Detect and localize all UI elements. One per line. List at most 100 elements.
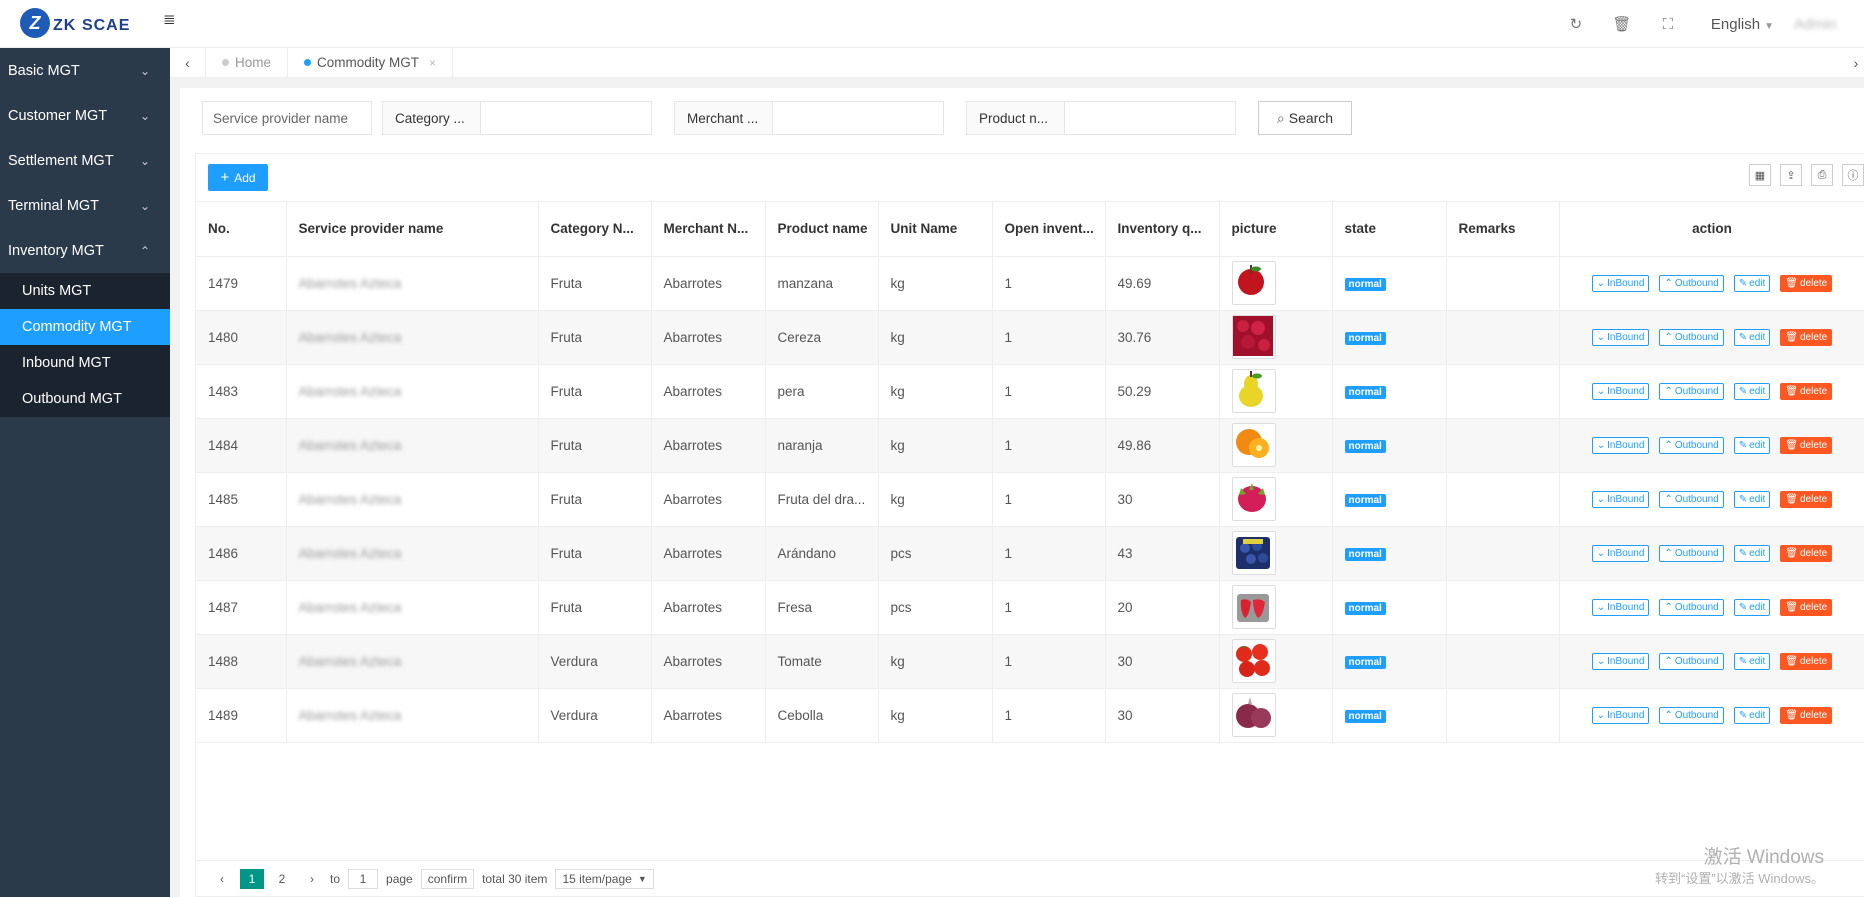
sidebar-item-inventory[interactable]: Inventory MGT ⌃: [0, 228, 170, 273]
export-icon[interactable]: ⇪: [1780, 164, 1802, 186]
inbound-button[interactable]: ⌄ InBound: [1591, 545, 1650, 562]
close-icon[interactable]: ×: [429, 56, 436, 70]
edit-button[interactable]: ✎ edit: [1733, 653, 1771, 670]
delete-button[interactable]: 🗑 delete: [1780, 491, 1833, 508]
edit-button[interactable]: ✎ edit: [1733, 599, 1771, 616]
delete-button[interactable]: 🗑 delete: [1780, 545, 1833, 562]
status-badge: normal: [1344, 602, 1386, 615]
inbound-button[interactable]: ⌄ InBound: [1591, 383, 1650, 400]
delete-button[interactable]: 🗑 delete: [1780, 437, 1833, 454]
sidebar-subitem-units[interactable]: Units MGT: [0, 273, 170, 309]
edit-button[interactable]: ✎ edit: [1733, 545, 1771, 562]
delete-button[interactable]: 🗑 delete: [1780, 329, 1833, 346]
chevron-up-icon: ⌃: [1664, 494, 1673, 505]
chevron-left-icon[interactable]: ‹: [170, 47, 206, 78]
cell-remarks: [1446, 688, 1560, 743]
print-icon[interactable]: ⎙: [1811, 164, 1833, 186]
product-thumbnail[interactable]: [1231, 315, 1276, 359]
product-thumbnail[interactable]: [1231, 639, 1276, 683]
outbound-button[interactable]: ⌃ Outbound: [1659, 653, 1724, 670]
outbound-button[interactable]: ⌃ Outbound: [1659, 545, 1724, 562]
info-icon[interactable]: ⓘ: [1842, 164, 1864, 186]
search-button[interactable]: ⌕ Search: [1258, 101, 1352, 135]
product-thumbnail[interactable]: [1231, 369, 1276, 413]
edit-button[interactable]: ✎ edit: [1733, 383, 1771, 400]
col-header-provider[interactable]: Service provider name: [286, 202, 539, 257]
col-header-unit[interactable]: Unit Name: [878, 202, 993, 257]
delete-button[interactable]: 🗑 delete: [1780, 383, 1833, 400]
col-header-product[interactable]: Product name: [765, 202, 879, 257]
inbound-button[interactable]: ⌄ InBound: [1591, 599, 1650, 616]
chevron-right-icon[interactable]: ›: [1848, 48, 1864, 78]
page-button-current[interactable]: 1: [240, 868, 264, 889]
columns-icon[interactable]: ▦: [1749, 164, 1771, 186]
sidebar-item-label: Inventory MGT: [8, 242, 104, 259]
col-header-state[interactable]: state: [1332, 202, 1447, 257]
sidebar-item-settlement[interactable]: Settlement MGT ⌄: [0, 138, 170, 183]
edit-button[interactable]: ✎ edit: [1733, 329, 1771, 346]
col-header-action[interactable]: action: [1559, 202, 1864, 257]
tab-commodity[interactable]: Commodity MGT ×: [288, 47, 454, 78]
sidebar-subitem-outbound[interactable]: Outbound MGT: [0, 381, 170, 417]
confirm-button[interactable]: confirm: [420, 868, 475, 889]
prev-page-icon[interactable]: ‹: [210, 869, 234, 889]
col-header-open[interactable]: Open invent...: [992, 202, 1106, 257]
add-button[interactable]: + Add: [208, 164, 268, 191]
product-thumbnail[interactable]: [1231, 423, 1276, 467]
sidebar-item-basic[interactable]: Basic MGT ⌄: [0, 48, 170, 93]
delete-button[interactable]: 🗑 delete: [1780, 599, 1833, 616]
language-select[interactable]: English ▼: [1711, 16, 1774, 33]
page-number-input[interactable]: 1: [348, 868, 379, 889]
outbound-button[interactable]: ⌃ Outbound: [1659, 383, 1724, 400]
inbound-button[interactable]: ⌄ InBound: [1591, 707, 1650, 724]
logo-text-sub: SCAE: [81, 17, 131, 34]
cell-remarks: [1446, 472, 1560, 527]
delete-button[interactable]: 🗑 delete: [1780, 707, 1833, 724]
sidebar-subitem-inbound[interactable]: Inbound MGT: [0, 345, 170, 381]
delete-button[interactable]: 🗑 delete: [1780, 275, 1833, 292]
edit-button[interactable]: ✎ edit: [1733, 437, 1771, 454]
product-thumbnail[interactable]: [1231, 585, 1276, 629]
inbound-button[interactable]: ⌄ InBound: [1591, 329, 1650, 346]
tab-home[interactable]: Home: [206, 47, 289, 78]
cell-actions: ⌄ InBound ⌃ Outbound ✎ edit 🗑 delete: [1559, 526, 1864, 581]
product-thumbnail[interactable]: [1231, 261, 1276, 305]
col-header-picture[interactable]: picture: [1219, 202, 1333, 257]
next-page-icon[interactable]: ›: [300, 869, 324, 889]
sidebar-item-customer[interactable]: Customer MGT ⌄: [0, 93, 170, 138]
product-thumbnail[interactable]: [1231, 693, 1276, 737]
col-header-remarks[interactable]: Remarks: [1446, 202, 1560, 257]
trash-icon[interactable]: 🗑: [1599, 15, 1645, 33]
edit-button[interactable]: ✎ edit: [1733, 707, 1771, 724]
sidebar-subitem-commodity[interactable]: Commodity MGT: [0, 309, 170, 345]
outbound-button[interactable]: ⌃ Outbound: [1659, 707, 1724, 724]
fullscreen-icon[interactable]: ⛶: [1645, 16, 1691, 33]
outbound-button[interactable]: ⌃ Outbound: [1659, 491, 1724, 508]
sidebar-item-terminal[interactable]: Terminal MGT ⌄: [0, 183, 170, 228]
inbound-button[interactable]: ⌄ InBound: [1591, 653, 1650, 670]
menu-toggle-icon[interactable]: ≣: [163, 10, 176, 28]
outbound-button[interactable]: ⌃ Outbound: [1659, 599, 1724, 616]
product-thumbnail[interactable]: [1231, 477, 1276, 521]
inbound-button[interactable]: ⌄ InBound: [1591, 437, 1650, 454]
outbound-button[interactable]: ⌃ Outbound: [1659, 437, 1724, 454]
page-button[interactable]: 2: [270, 869, 294, 889]
cell-remarks: [1446, 634, 1560, 689]
delete-button[interactable]: 🗑 delete: [1780, 653, 1833, 670]
inbound-button[interactable]: ⌄ InBound: [1591, 275, 1650, 292]
col-header-qty[interactable]: Inventory q...: [1105, 202, 1220, 257]
inbound-button[interactable]: ⌄ InBound: [1591, 491, 1650, 508]
refresh-icon[interactable]: ↻: [1553, 15, 1599, 33]
col-header-merchant[interactable]: Merchant N...: [651, 202, 766, 257]
outbound-button[interactable]: ⌃ Outbound: [1659, 329, 1724, 346]
cell-provider-text: Abarrotes Azteca: [298, 545, 402, 561]
col-header-category[interactable]: Category N...: [538, 202, 652, 257]
outbound-button[interactable]: ⌃ Outbound: [1659, 275, 1724, 292]
edit-button[interactable]: ✎ edit: [1733, 275, 1771, 292]
edit-button[interactable]: ✎ edit: [1733, 491, 1771, 508]
page-size-select[interactable]: 15 item/page ▼: [555, 868, 654, 889]
provider-search-input[interactable]: Service provider name: [202, 101, 372, 135]
col-header-no[interactable]: No.: [196, 202, 287, 257]
product-thumbnail[interactable]: [1231, 531, 1276, 575]
user-menu[interactable]: Admin: [1794, 16, 1864, 33]
